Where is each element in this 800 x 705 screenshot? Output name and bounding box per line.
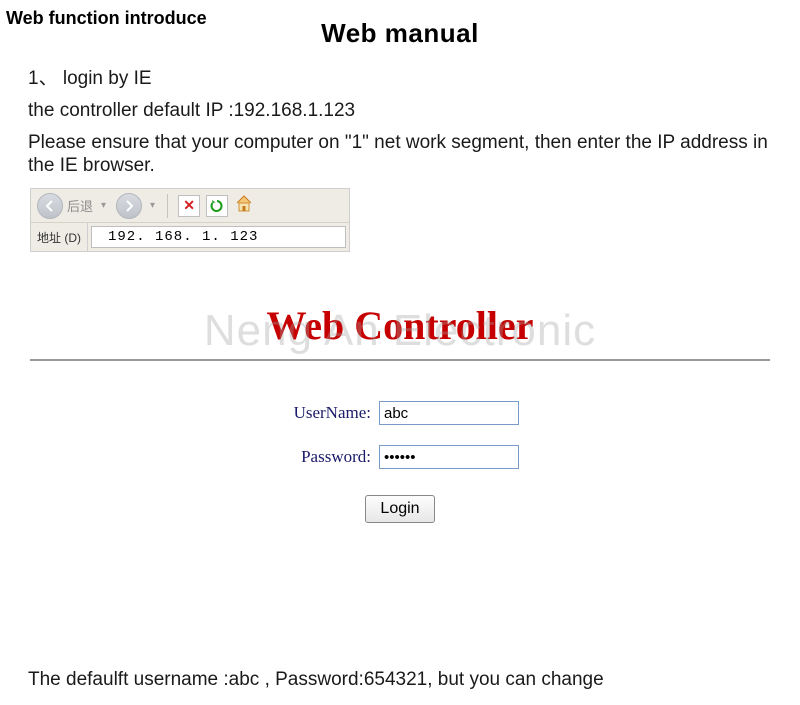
separator bbox=[167, 194, 168, 218]
forward-icon[interactable] bbox=[116, 193, 142, 219]
login-form: UserName: Password: Login bbox=[30, 401, 770, 523]
password-row: Password: bbox=[281, 445, 519, 469]
default-ip-text: the controller default IP :192.168.1.123 bbox=[0, 99, 800, 123]
chevron-down-icon: ▾ bbox=[150, 200, 155, 211]
back-label: 后退 bbox=[67, 196, 93, 215]
stop-icon[interactable]: ✕ bbox=[178, 195, 200, 217]
default-credentials-note: The defaulft username :abc , Password:65… bbox=[28, 669, 772, 691]
refresh-icon[interactable] bbox=[206, 195, 228, 217]
login-title: Web Controller bbox=[30, 288, 770, 359]
ie-toolbar-row-buttons: 后退 ▾ ▾ ✕ bbox=[31, 189, 349, 223]
divider bbox=[30, 359, 770, 361]
address-input[interactable]: 192. 168. 1. 123 bbox=[91, 226, 346, 248]
section-label: Web function introduce bbox=[6, 8, 207, 29]
password-input[interactable] bbox=[379, 445, 519, 469]
username-row: UserName: bbox=[281, 401, 519, 425]
instruction-text: Please ensure that your computer on "1" … bbox=[0, 131, 800, 179]
username-input[interactable] bbox=[379, 401, 519, 425]
home-icon[interactable] bbox=[234, 193, 254, 218]
password-label: Password: bbox=[281, 447, 371, 467]
address-label: 地址 (D) bbox=[31, 223, 88, 251]
ie-address-row: 地址 (D) 192. 168. 1. 123 bbox=[31, 223, 349, 251]
login-panel: Neng An Electronic Web Controller UserNa… bbox=[30, 288, 770, 523]
step1-heading: 1、 login by IE bbox=[0, 67, 800, 91]
login-button[interactable]: Login bbox=[365, 495, 434, 523]
ie-toolbar: 后退 ▾ ▾ ✕ 地址 (D) 192. 168. 1. 123 bbox=[30, 188, 350, 252]
username-label: UserName: bbox=[281, 403, 371, 423]
back-icon[interactable] bbox=[37, 193, 63, 219]
chevron-down-icon: ▾ bbox=[101, 200, 106, 211]
